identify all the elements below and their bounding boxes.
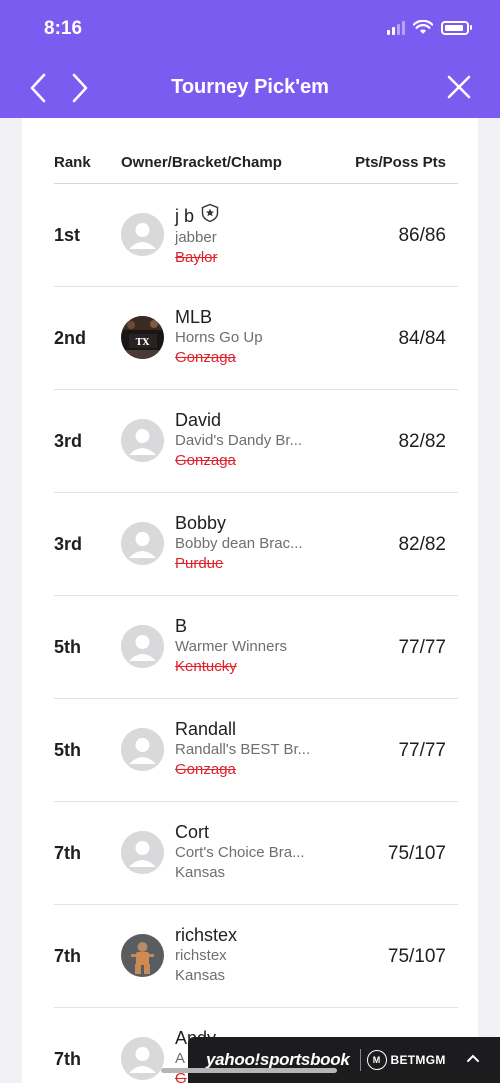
table-row[interactable]: 3rd Bobby Bobby dean Brac... Purdue 82/82 (54, 493, 458, 596)
row-rank: 2nd (54, 328, 87, 348)
bracket-name[interactable]: Bobby dean Brac... (175, 534, 375, 554)
bracket-name[interactable]: Horns Go Up (175, 328, 375, 348)
bracket-name[interactable]: Cort's Choice Bra... (175, 843, 375, 863)
home-indicator (161, 1068, 337, 1073)
owner-name: B (175, 616, 188, 636)
bracket-name[interactable]: David's Dandy Br... (175, 431, 375, 451)
bracket-name[interactable]: richstex (175, 946, 375, 966)
table-header: Rank Owner/Bracket/Champ Pts/Poss Pts (54, 154, 458, 184)
avatar (121, 522, 164, 565)
champion-pick: Kansas (175, 967, 226, 984)
sportsbook-brand: yahoo!sportsbook (206, 1050, 350, 1069)
table-row[interactable]: 3rd David David's Dandy Br... Gonzaga 82/82 (54, 390, 458, 493)
status-icons (387, 20, 472, 35)
svg-text:TX: TX (136, 338, 150, 348)
standings-list: 1st j b jabber Baylor 86/86 2nd TX MLB Horns Go … (54, 184, 458, 1083)
owner-name: Randall (175, 719, 237, 739)
row-info: Cort Cort's Choice Bra... Kansas (175, 821, 375, 883)
champion-pick: Kansas (175, 864, 226, 881)
nav-bar: Tourney Pick'em (0, 58, 500, 118)
table-row[interactable]: 1st j b jabber Baylor 86/86 (54, 184, 458, 287)
champion-pick: Gonzaga (175, 349, 236, 366)
close-icon[interactable] (446, 74, 472, 100)
avatar (121, 728, 164, 771)
betmgm-logo-icon: M (366, 1050, 387, 1070)
header-owner: Owner/Bracket/Champ (121, 154, 282, 171)
owner-name: j b (175, 205, 195, 226)
avatar (121, 419, 164, 462)
bracket-name[interactable]: jabber (175, 228, 375, 248)
table-row[interactable]: 5th Randall Randall's BEST Br... Gonzaga 77/… (54, 699, 458, 802)
owner-name: MLB (175, 307, 213, 327)
avatar (121, 1037, 164, 1080)
status-time: 8:16 (44, 18, 83, 39)
row-points: 77/77 (398, 637, 446, 658)
chevron-up-icon[interactable] (466, 1051, 480, 1065)
row-rank: 5th (54, 637, 81, 657)
sportsbook-banner[interactable]: yahoo!sportsbook M BETMGM (188, 1037, 500, 1083)
owner-name: David (175, 410, 222, 430)
status-bar: 8:16 (0, 0, 500, 58)
row-info: Randall Randall's BEST Br... Gonzaga (175, 718, 375, 780)
table-row[interactable]: 7th richstex richstex Kansas 75/107 (54, 905, 458, 1008)
shield-star-icon (200, 203, 220, 228)
row-rank: 7th (54, 843, 81, 863)
bracket-name[interactable]: Randall's BEST Br... (175, 740, 375, 760)
row-points: 75/107 (387, 843, 446, 864)
row-points: 75/107 (387, 946, 446, 967)
avatar (121, 831, 164, 874)
row-info: David David's Dandy Br... Gonzaga (175, 409, 375, 471)
avatar (121, 934, 164, 977)
row-rank: 5th (54, 740, 81, 760)
table-row[interactable]: 2nd TX MLB Horns Go Up Gonzaga 84/84 (54, 287, 458, 390)
champion-pick: Baylor (175, 249, 218, 266)
row-points: 77/77 (398, 740, 446, 761)
champion-pick: Gonzaga (175, 452, 236, 469)
owner-name: richstex (175, 925, 238, 945)
row-points: 82/82 (398, 534, 446, 555)
row-info: Bobby Bobby dean Brac... Purdue (175, 512, 375, 574)
row-rank: 7th (54, 946, 81, 966)
row-info: j b jabber Baylor (175, 203, 375, 268)
avatar (121, 213, 164, 256)
table-row[interactable]: 5th B Warmer Winners Kentucky 77/77 (54, 596, 458, 699)
cellular-signal-icon (387, 20, 405, 35)
bracket-name[interactable]: Warmer Winners (175, 637, 375, 657)
header-points: Pts/Poss Pts (355, 154, 446, 171)
wifi-icon (413, 20, 433, 34)
row-rank: 1st (54, 225, 81, 245)
row-info: B Warmer Winners Kentucky (175, 615, 375, 677)
row-points: 86/86 (398, 225, 446, 246)
owner-name: Bobby (175, 513, 227, 533)
champion-pick: Gonzaga (175, 761, 236, 778)
champion-pick: Kentucky (175, 658, 237, 675)
avatar: TX (121, 316, 164, 359)
betmgm-label: BETMGM (390, 1053, 446, 1067)
table-row[interactable]: 7th Cort Cort's Choice Bra... Kansas 75/107 (54, 802, 458, 905)
owner-name: Cort (175, 822, 210, 842)
row-info: richstex richstex Kansas (175, 924, 375, 986)
row-rank: 7th (54, 1049, 81, 1069)
avatar (121, 625, 164, 668)
row-rank: 3rd (54, 534, 83, 554)
battery-icon (441, 20, 472, 35)
page-title: Tourney Pick'em (171, 76, 329, 98)
row-rank: 3rd (54, 431, 83, 451)
row-points: 84/84 (398, 328, 446, 349)
row-info: MLB Horns Go Up Gonzaga (175, 306, 375, 368)
champion-pick: Purdue (175, 555, 224, 572)
header-rank: Rank (54, 154, 91, 171)
standings-card: Rank Owner/Bracket/Champ Pts/Poss Pts 1s… (22, 118, 478, 1083)
banner-divider (359, 1049, 361, 1071)
row-points: 82/82 (398, 431, 446, 452)
